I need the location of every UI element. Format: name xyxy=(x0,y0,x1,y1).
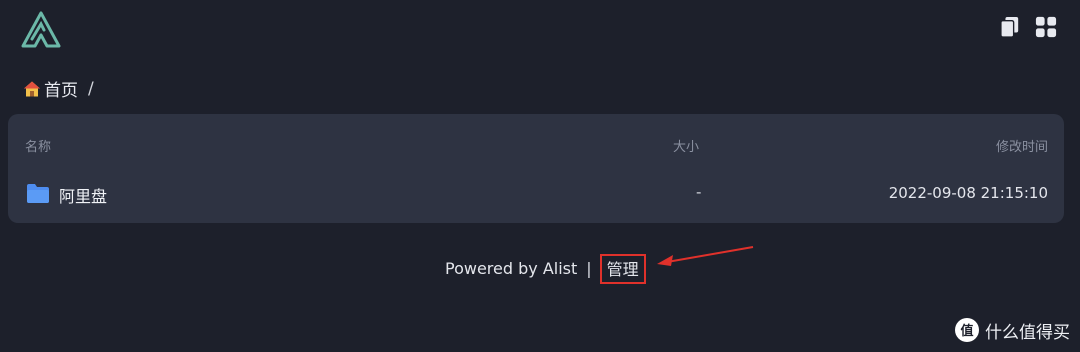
annotation-arrow-icon xyxy=(657,246,754,266)
breadcrumb-separator: / xyxy=(88,78,94,99)
watermark: 值 什么值得买 xyxy=(954,317,1070,343)
file-list: 名称 大小 修改时间 阿里盘 - 2022-09-08 21:15:10 xyxy=(8,114,1064,223)
zhidemai-logo-icon: 值 xyxy=(954,317,980,343)
copy-icon[interactable] xyxy=(998,15,1022,39)
svg-text:值: 值 xyxy=(960,323,973,339)
column-header-size[interactable]: 大小 xyxy=(673,136,699,155)
file-list-header: 名称 大小 修改时间 xyxy=(8,114,1064,172)
file-size: - xyxy=(696,183,702,201)
powered-by-link[interactable]: Powered by Alist xyxy=(445,259,577,278)
home-icon[interactable] xyxy=(23,80,41,98)
page: 首页 / 名称 大小 修改时间 阿里盘 - 2022-09-08 21:15:1… xyxy=(0,0,1080,352)
breadcrumb-home[interactable]: 首页 xyxy=(44,76,78,101)
admin-link[interactable]: 管理 xyxy=(599,254,646,284)
folder-icon xyxy=(26,182,50,204)
breadcrumb: 首页 / xyxy=(23,76,94,101)
file-modified: 2022-09-08 21:15:10 xyxy=(888,184,1048,202)
watermark-text: 什么值得买 xyxy=(985,322,1070,343)
file-name[interactable]: 阿里盘 xyxy=(59,183,107,207)
grid-view-icon[interactable] xyxy=(1034,15,1058,39)
alist-logo-icon[interactable] xyxy=(20,11,62,49)
file-row[interactable]: 阿里盘 - 2022-09-08 21:15:10 xyxy=(8,172,1064,216)
column-header-name[interactable]: 名称 xyxy=(25,136,51,155)
top-toolbar xyxy=(998,15,1058,39)
footer: Powered by Alist | 管理 xyxy=(445,252,646,284)
column-header-modified[interactable]: 修改时间 xyxy=(996,136,1048,155)
footer-separator: | xyxy=(586,258,592,278)
admin-link-label: 管理 xyxy=(606,260,639,279)
